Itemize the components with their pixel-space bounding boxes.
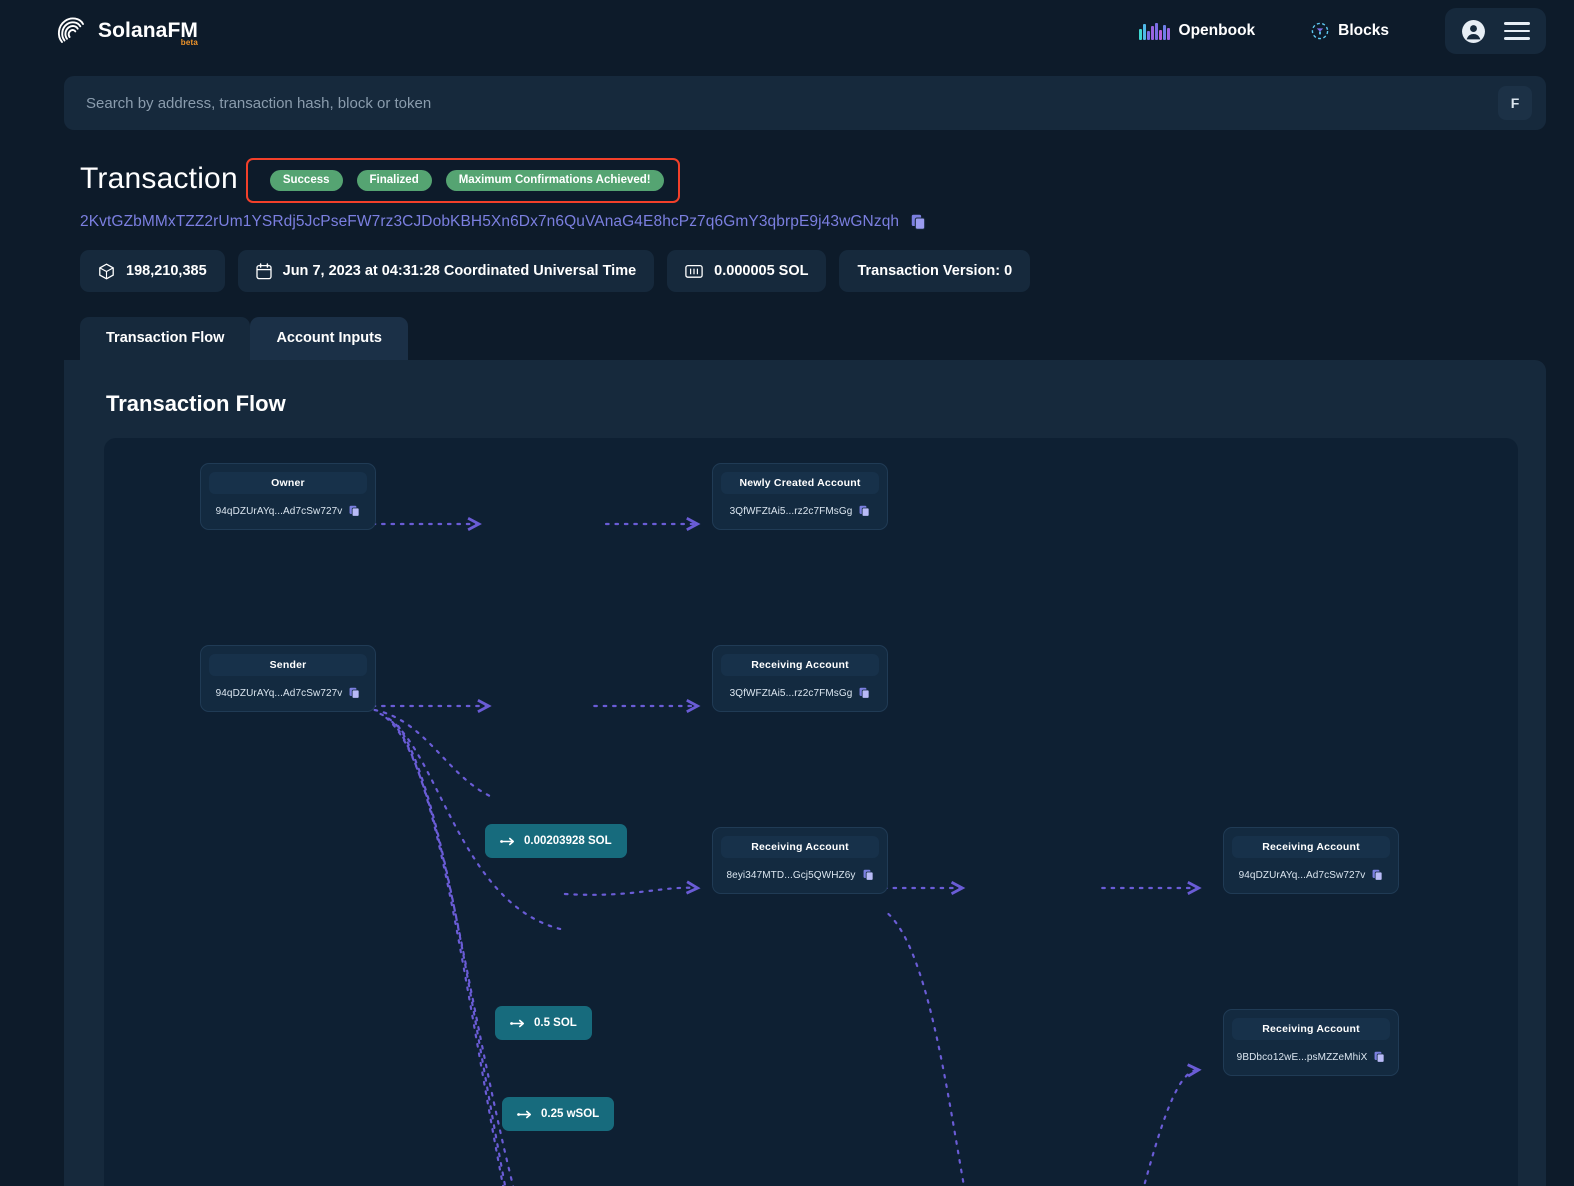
flow-node-body: 94qDZUrAYq...Ad7cSw727v <box>1232 869 1390 881</box>
flow-node-receiving-account-1[interactable]: Receiving Account 3QfWFZtAi5...rz2c7FMsG… <box>712 645 888 712</box>
transaction-hash[interactable]: 2KvtGZbMMxTZZ2rUm1YSRdj5JcPseFW7rz3CJDob… <box>80 213 899 231</box>
transfer-arrow-icon <box>510 1019 525 1028</box>
block-cube-icon <box>98 263 115 280</box>
account-menu-group <box>1445 8 1546 54</box>
meta-label-block: 198,210,385 <box>126 263 207 279</box>
flow-node-body: 94qDZUrAYq...Ad7cSw727v <box>209 505 367 517</box>
status-badge-confirmations[interactable]: Maximum Confirmations Achieved! <box>446 170 664 191</box>
tab-account-inputs[interactable]: Account Inputs <box>250 317 408 360</box>
copy-icon[interactable] <box>863 869 874 881</box>
search-input[interactable] <box>86 95 1498 112</box>
search-bar[interactable]: F <box>64 76 1546 130</box>
flow-transfer-badge-wsol-1[interactable]: 0.25 wSOL <box>502 1097 614 1131</box>
flow-canvas[interactable]: Owner 94qDZUrAYq...Ad7cSw727v Newly Crea… <box>104 438 1518 1186</box>
meta-label-version: Transaction Version: 0 <box>857 263 1012 279</box>
flow-node-address[interactable]: 94qDZUrAYq...Ad7cSw727v <box>216 506 343 517</box>
flow-transfer-label: 0.5 SOL <box>534 1017 577 1029</box>
flow-transfer-label: 0.25 wSOL <box>541 1108 599 1120</box>
flow-node-title: Receiving Account <box>1232 836 1390 858</box>
status-badge-success[interactable]: Success <box>270 170 343 191</box>
flow-panel-title: Transaction Flow <box>106 391 1546 417</box>
flow-node-body: 3QfWFZtAi5...rz2c7FMsGg <box>721 687 879 699</box>
meta-label-fee: 0.000005 SOL <box>714 263 808 279</box>
flow-node-title: Receiving Account <box>1232 1018 1390 1040</box>
transaction-hash-row: 2KvtGZbMMxTZZ2rUm1YSRdj5JcPseFW7rz3CJDob… <box>80 213 1574 231</box>
flow-node-address[interactable]: 94qDZUrAYq...Ad7cSw727v <box>216 688 343 699</box>
flow-node-owner[interactable]: Owner 94qDZUrAYq...Ad7cSw727v <box>200 463 376 530</box>
flow-node-sender[interactable]: Sender 94qDZUrAYq...Ad7cSw727v <box>200 645 376 712</box>
openbook-bars-icon <box>1139 23 1170 40</box>
fee-ticket-icon <box>685 264 703 279</box>
copy-icon[interactable] <box>859 505 870 517</box>
transaction-tabs: Transaction Flow Account Inputs <box>80 317 1574 360</box>
top-navigation-bar: SolanaFM beta Openbook Blocks <box>0 0 1574 62</box>
search-shortcut-key[interactable]: F <box>1498 86 1532 120</box>
page-title: Transaction <box>80 162 238 196</box>
flow-node-body: 94qDZUrAYq...Ad7cSw727v <box>209 687 367 699</box>
copy-icon[interactable] <box>1374 1051 1385 1063</box>
hamburger-menu-icon[interactable] <box>1504 17 1530 45</box>
solanafm-logo-icon <box>56 15 86 47</box>
copy-icon[interactable] <box>859 687 870 699</box>
flow-node-receiving-account-4[interactable]: Receiving Account 9BDbco12wE...psMZZeMhi… <box>1223 1009 1399 1076</box>
transaction-meta-row: 198,210,385 Jun 7, 2023 at 04:31:28 Coor… <box>80 250 1574 292</box>
tab-transaction-flow[interactable]: Transaction Flow <box>80 317 250 360</box>
brand-beta-tag: beta <box>181 38 198 47</box>
copy-icon[interactable] <box>1372 869 1383 881</box>
copy-icon[interactable] <box>349 505 360 517</box>
flow-node-address[interactable]: 9BDbco12wE...psMZZeMhiX <box>1237 1052 1368 1063</box>
copy-icon[interactable] <box>349 687 360 699</box>
flow-node-newly-created-account[interactable]: Newly Created Account 3QfWFZtAi5...rz2c7… <box>712 463 888 530</box>
meta-chip-fee[interactable]: 0.000005 SOL <box>667 250 826 292</box>
flow-transfer-badge-sol-2[interactable]: 0.5 SOL <box>495 1006 592 1040</box>
flow-node-title: Sender <box>209 654 367 676</box>
transfer-arrow-icon <box>517 1110 532 1119</box>
meta-label-timestamp: Jun 7, 2023 at 04:31:28 Coordinated Univ… <box>283 263 637 279</box>
flow-node-body: 8eyi347MTD...Gcj5QWHZ6y <box>721 869 879 881</box>
flow-node-receiving-account-3[interactable]: Receiving Account 94qDZUrAYq...Ad7cSw727… <box>1223 827 1399 894</box>
calendar-icon <box>256 263 272 280</box>
transaction-flow-panel: Transaction Flow <box>64 360 1546 1186</box>
flow-transfer-label: 0.00203928 SOL <box>524 835 612 847</box>
flow-node-title: Newly Created Account <box>721 472 879 494</box>
flow-node-body: 3QfWFZtAi5...rz2c7FMsGg <box>721 505 879 517</box>
meta-chip-timestamp[interactable]: Jun 7, 2023 at 04:31:28 Coordinated Univ… <box>238 250 655 292</box>
nav-item-blocks[interactable]: Blocks <box>1311 22 1389 40</box>
copy-icon[interactable] <box>911 214 926 230</box>
status-badge-finalized[interactable]: Finalized <box>357 170 432 191</box>
flow-node-address[interactable]: 3QfWFZtAi5...rz2c7FMsGg <box>730 506 853 517</box>
flow-node-address[interactable]: 94qDZUrAYq...Ad7cSw727v <box>1239 870 1366 881</box>
meta-chip-block[interactable]: 198,210,385 <box>80 250 225 292</box>
flow-node-title: Receiving Account <box>721 654 879 676</box>
flow-node-address[interactable]: 8eyi347MTD...Gcj5QWHZ6y <box>727 870 856 881</box>
flow-node-title: Receiving Account <box>721 836 879 858</box>
flow-transfer-badge-sol-1[interactable]: 0.00203928 SOL <box>485 824 627 858</box>
flow-node-title: Owner <box>209 472 367 494</box>
nav-label-blocks: Blocks <box>1338 22 1389 40</box>
meta-chip-version[interactable]: Transaction Version: 0 <box>839 250 1030 292</box>
brand-logo-link[interactable]: SolanaFM beta <box>56 15 198 47</box>
nav-label-openbook: Openbook <box>1179 22 1256 40</box>
flow-node-body: 9BDbco12wE...psMZZeMhiX <box>1232 1051 1390 1063</box>
transaction-title-row: Transaction Success Finalized Maximum Co… <box>80 156 1574 202</box>
flow-node-address[interactable]: 3QfWFZtAi5...rz2c7FMsGg <box>730 688 853 699</box>
status-badge-group: Success Finalized Maximum Confirmations … <box>246 158 680 203</box>
transfer-arrow-icon <box>500 837 515 846</box>
nav-item-openbook[interactable]: Openbook <box>1139 22 1255 40</box>
blocks-icon <box>1311 22 1329 40</box>
flow-node-receiving-account-2[interactable]: Receiving Account 8eyi347MTD...Gcj5QWHZ6… <box>712 827 888 894</box>
account-circle-icon[interactable] <box>1461 19 1486 44</box>
